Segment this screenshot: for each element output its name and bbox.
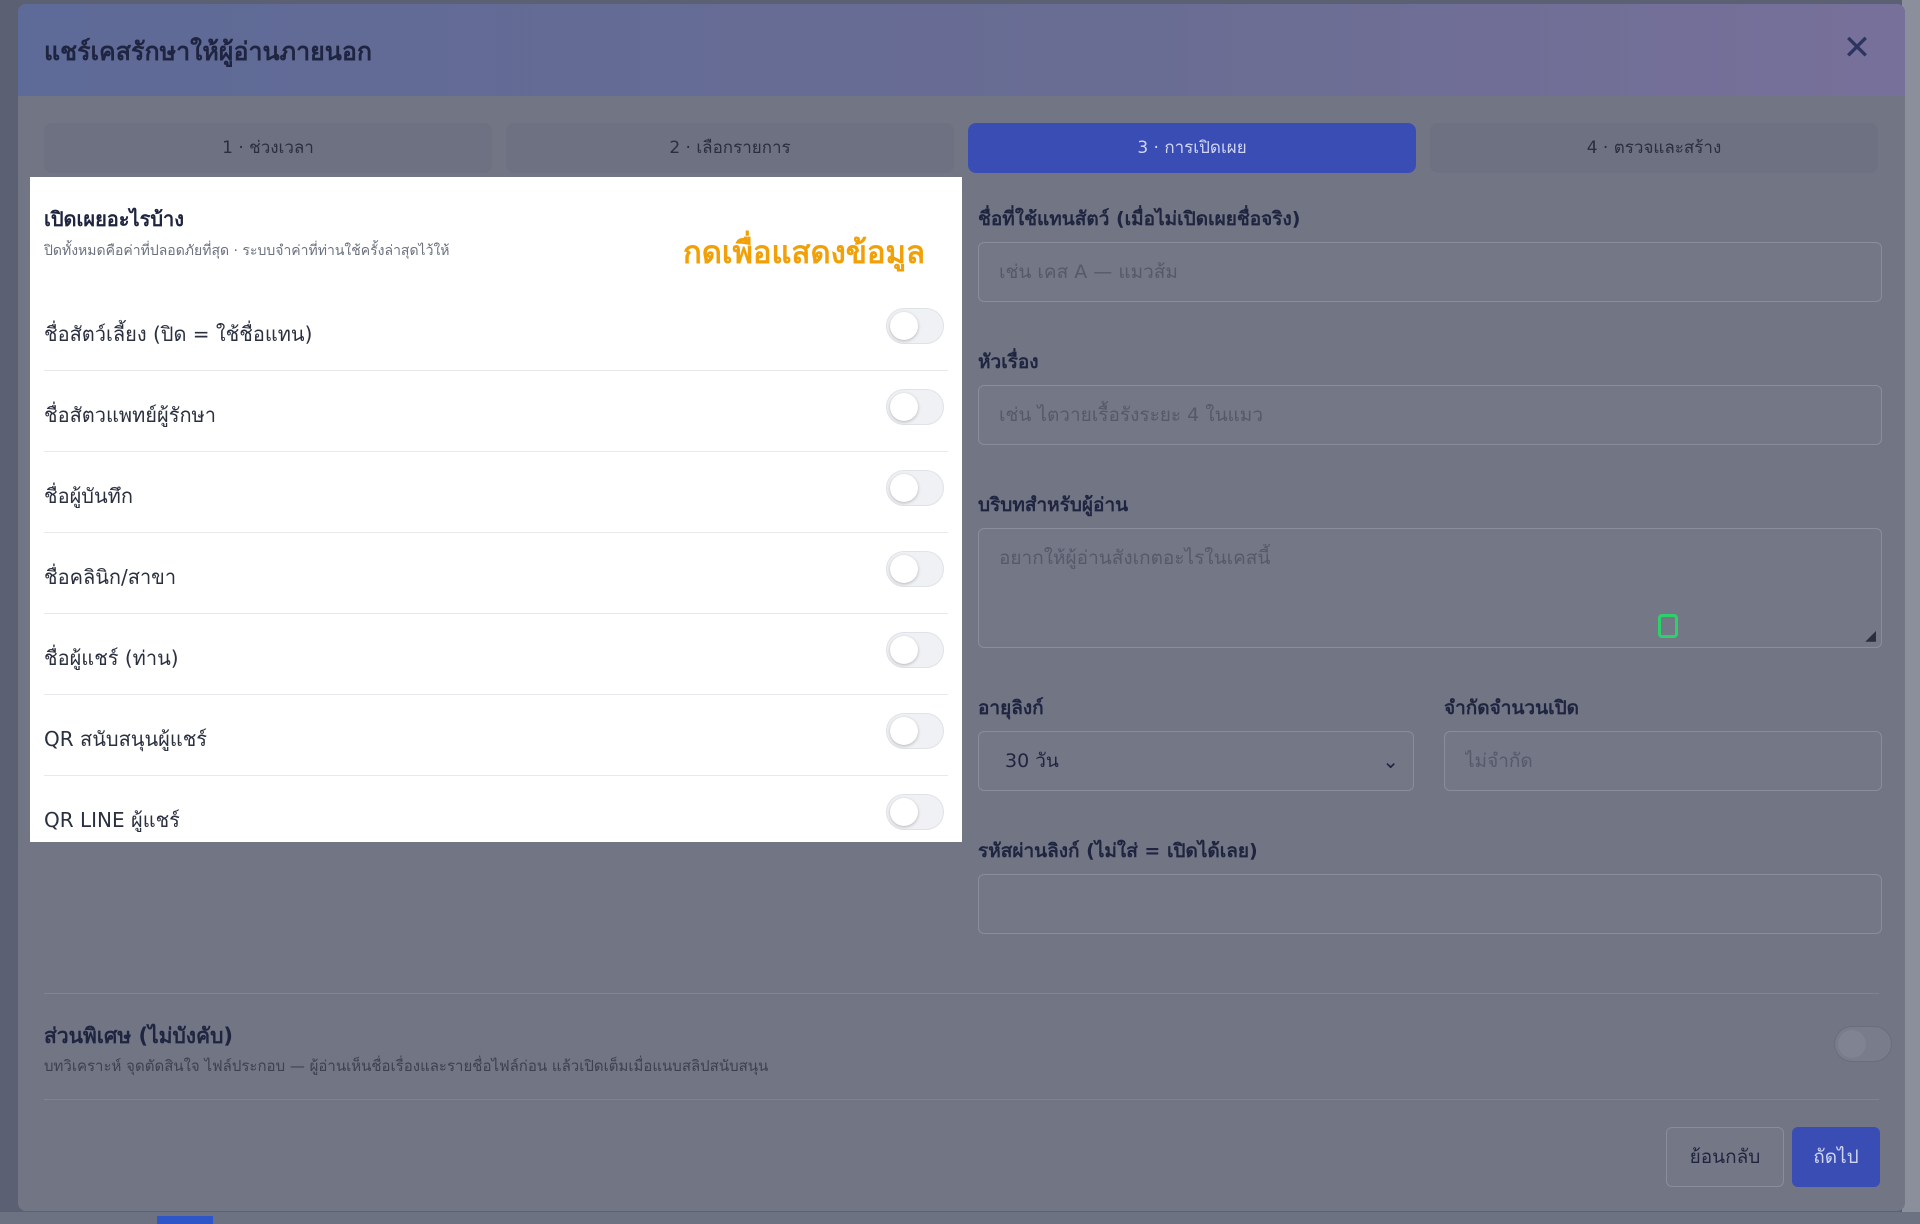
toggle-row-sharer-name: ชื่อผู้แชร์ (ท่าน) <box>44 614 948 695</box>
disclosure-toggle-list: ชื่อสัตว์เลี้ยง (ปิด = ใช้ชื่อแทน) ชื่อส… <box>44 290 948 856</box>
background-accent-mark <box>157 1216 213 1224</box>
open-limit-label: จำกัดจำนวนเปิด <box>1444 697 1579 719</box>
expiry-label: อายุลิงก์ <box>978 697 1044 719</box>
context-label: บริบทสำหรับผู้อ่าน <box>978 494 1129 516</box>
toggle-label: QR สนับสนุนผู้แชร์ <box>44 727 208 751</box>
disclosure-heading: เปิดเผยอะไรบ้าง <box>44 207 185 231</box>
sharer-name-toggle[interactable] <box>886 632 944 668</box>
toggle-knob <box>890 474 918 502</box>
toggle-knob <box>890 393 918 421</box>
title-input[interactable] <box>978 385 1882 445</box>
modal-header: แชร์เคสรักษาให้ผู้อ่านภายนอก ✕ <box>18 4 1905 96</box>
toggle-label: ชื่อผู้แชร์ (ท่าน) <box>44 646 179 670</box>
link-password-input[interactable] <box>978 874 1882 934</box>
step-tab-3-active[interactable]: 3 · การเปิดเผย <box>968 123 1416 173</box>
extra-section-subtitle: บทวิเคราะห์ จุดตัดสินใจ ไฟล์ประกอบ — ผู้… <box>44 1057 769 1075</box>
share-case-modal: แชร์เคสรักษาให้ผู้อ่านภายนอก ✕ 1 · ช่วงเ… <box>18 4 1905 1211</box>
toggle-knob <box>890 636 918 664</box>
step-tab-4[interactable]: 4 · ตรวจและสร้าง <box>1430 123 1878 173</box>
title-label: หัวเรื่อง <box>978 351 1039 373</box>
clinic-name-toggle[interactable] <box>886 551 944 587</box>
toggle-row-support-qr: QR สนับสนุนผู้แชร์ <box>44 695 948 776</box>
toggle-label: ชื่อสัตว์เลี้ยง (ปิด = ใช้ชื่อแทน) <box>44 322 313 346</box>
toggle-knob <box>890 555 918 583</box>
chevron-down-icon: ⌄ <box>1382 749 1399 773</box>
toggle-label: ชื่อผู้บันทึก <box>44 484 133 508</box>
toggle-knob <box>890 798 918 826</box>
open-limit-input[interactable] <box>1444 731 1882 791</box>
toggle-knob <box>1838 1030 1866 1058</box>
extra-section-toggle[interactable] <box>1834 1026 1892 1062</box>
expiry-select[interactable]: 30 วัน ⌄ <box>978 731 1414 791</box>
background-page-bottom <box>0 1212 1920 1224</box>
footer-divider <box>44 1099 1879 1100</box>
resize-grip-icon[interactable]: ◢ <box>1865 628 1876 644</box>
context-textarea[interactable] <box>978 528 1882 648</box>
toggle-row-pet-name: ชื่อสัตว์เลี้ยง (ปิด = ใช้ชื่อแทน) <box>44 290 948 371</box>
cursor-highlight-icon <box>1658 614 1678 638</box>
stepper: 1 · ช่วงเวลา 2 · เลือกรายการ 3 · การเปิด… <box>44 123 1879 173</box>
toggle-row-vet-name: ชื่อสัตวแพทย์ผู้รักษา <box>44 371 948 452</box>
toggle-label: ชื่อสัตวแพทย์ผู้รักษา <box>44 403 216 427</box>
link-password-label: รหัสผ่านลิงก์ (ไม่ใส่ = เปิดได้เลย) <box>978 840 1258 862</box>
toggle-row-line-qr: QR LINE ผู้แชร์ <box>44 776 948 856</box>
alias-input[interactable] <box>978 242 1882 302</box>
close-icon[interactable]: ✕ <box>1839 30 1875 66</box>
toggle-label: ชื่อคลินิก/สาขา <box>44 565 177 589</box>
support-qr-toggle[interactable] <box>886 713 944 749</box>
back-button[interactable]: ย้อนกลับ <box>1666 1127 1784 1187</box>
toggle-row-recorder-name: ชื่อผู้บันทึก <box>44 452 948 533</box>
recorder-name-toggle[interactable] <box>886 470 944 506</box>
toggle-knob <box>890 312 918 340</box>
section-divider <box>44 993 1879 994</box>
line-qr-toggle[interactable] <box>886 794 944 830</box>
toggle-knob <box>890 717 918 745</box>
vet-name-toggle[interactable] <box>886 389 944 425</box>
modal-title: แชร์เคสรักษาให้ผู้อ่านภายนอก <box>44 37 373 66</box>
toggle-label: QR LINE ผู้แชร์ <box>44 808 180 832</box>
disclosure-subtitle: ปิดทั้งหมดคือค่าที่ปลอดภัยที่สุด · ระบบจ… <box>44 243 450 259</box>
next-button[interactable]: ถัดไป <box>1792 1127 1880 1187</box>
alias-label: ชื่อที่ใช้แทนสัตว์ (เมื่อไม่เปิดเผยชื่อจ… <box>978 208 1301 230</box>
context-field-wrapper: ◢ <box>978 528 1882 648</box>
expiry-selected-value: 30 วัน <box>1005 750 1059 772</box>
step-tab-1[interactable]: 1 · ช่วงเวลา <box>44 123 492 173</box>
tap-to-show-callout: กดเพื่อแสดงข้อมูล <box>683 235 925 271</box>
disclosure-panel: เปิดเผยอะไรบ้าง ปิดทั้งหมดคือค่าที่ปลอดภ… <box>30 177 962 842</box>
step-tab-2[interactable]: 2 · เลือกรายการ <box>506 123 954 173</box>
extra-section-title: ส่วนพิเศษ (ไม่บังคับ) <box>44 1024 234 1048</box>
toggle-row-clinic-name: ชื่อคลินิก/สาขา <box>44 533 948 614</box>
pet-name-toggle[interactable] <box>886 308 944 344</box>
